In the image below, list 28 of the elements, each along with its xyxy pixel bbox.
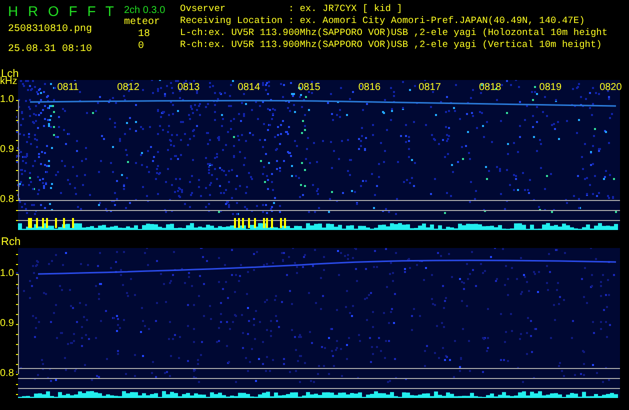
datetime-text: 25.08.31 08:10 [8,44,92,56]
info-line: R-ch:ex. UV5R 113.900Mhz(SAPPORO VOR)USB ,2-ele yagi (Vertical 10m height) [180,39,602,51]
time-label: 0812 [116,82,140,93]
meteor-label: meteor [124,17,160,29]
info-line: Ovserver : ex. JR7CYX [ kid ] [180,3,402,15]
axis-label: 1.0 [0,94,14,105]
time-label: 0819 [538,82,563,93]
version-text: 2ch 0.3.0 [124,5,166,17]
time-label: 0811 [56,82,80,93]
channel-label: Rch [0,236,21,248]
time-label: 0817 [418,82,442,93]
time-label: 0816 [357,82,382,93]
filename-text: 2508310810.png [8,24,92,36]
axis-label: 1.0 [0,268,14,279]
time-label: 0814 [236,82,262,93]
time-label: 0818 [478,82,502,93]
meteor-count: 18 [138,29,150,41]
time-label: 0820 [598,82,623,93]
time-label: 0815 [297,82,322,93]
axis-label: 0.8 [0,368,14,379]
time-label: 0813 [176,82,201,93]
axis-label: 0.8 [0,194,14,205]
app-title: H R O F F T [8,3,117,19]
meteor-count: 0 [138,41,144,53]
axis-label: 0.9 [0,144,14,155]
info-line: L-ch:ex. UV5R 113.900Mhz(SAPPORO VOR)USB ,2-ele yagi (Holozontal 10m height [180,27,608,39]
axis-label: 0.9 [0,318,14,329]
info-line: Receiving Location : ex. Aomori City Aomori-Pref.JAPAN(40.49N, 140.47E) [180,15,585,27]
